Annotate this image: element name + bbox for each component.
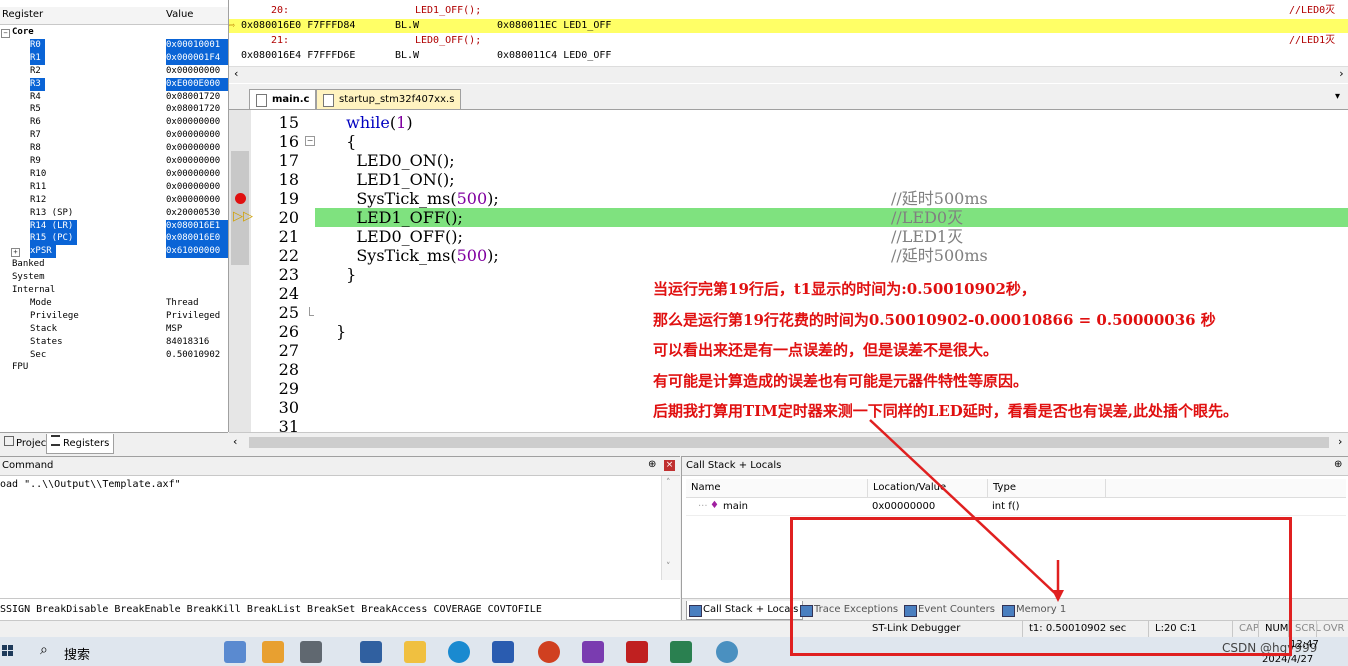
annotation-arrow <box>869 419 1059 597</box>
annotation-arrows <box>869 419 1064 602</box>
arrow-head <box>1052 590 1064 602</box>
